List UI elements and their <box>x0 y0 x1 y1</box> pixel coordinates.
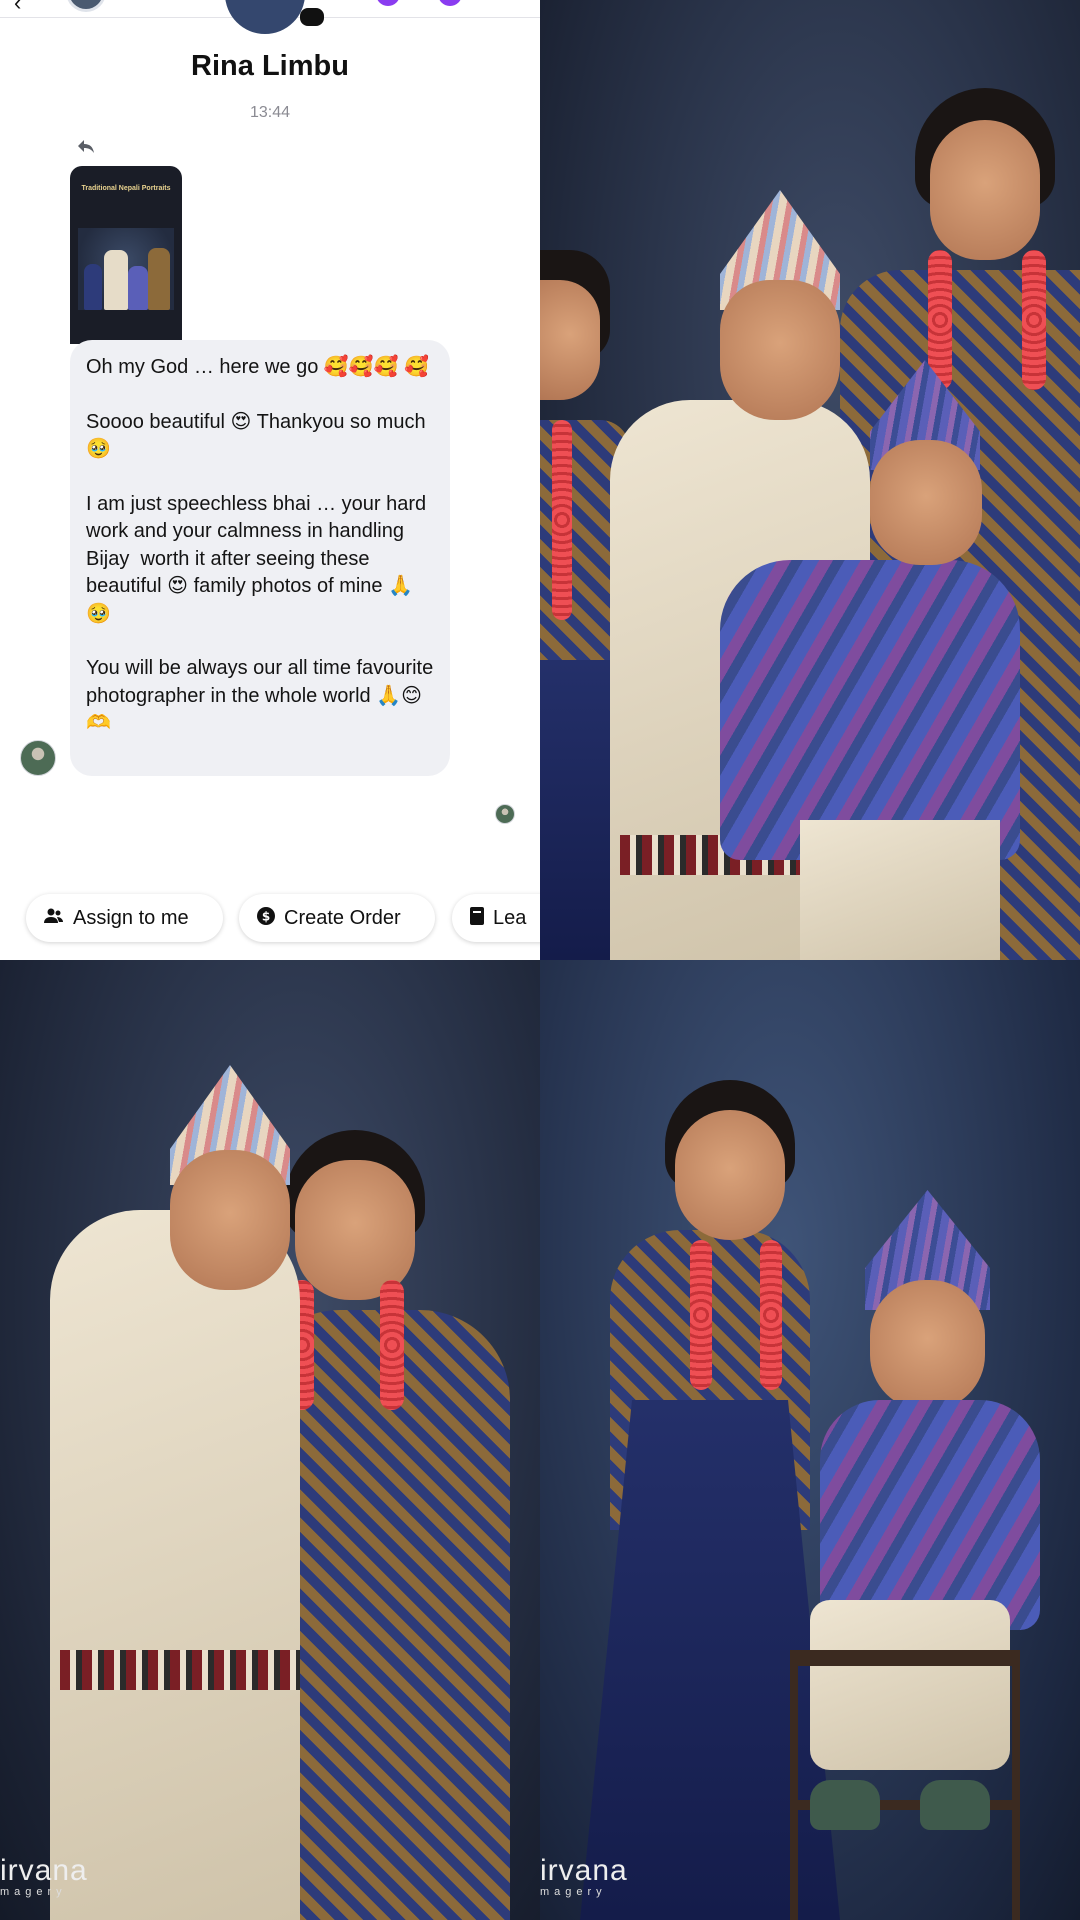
seen-receipt-avatar <box>495 804 515 824</box>
message-paragraph: Oh my God … here we go 🥰🥰🥰 🥰 <box>86 356 430 378</box>
message-paragraph: You will be always our all time favourit… <box>86 657 439 734</box>
svg-text:$: $ <box>262 909 270 923</box>
photographer-watermark-sub: magery <box>540 1886 607 1898</box>
photographer-watermark-sub: magery <box>0 1886 67 1898</box>
message-paragraph: Soooo beautiful 😍 Thankyou so much 🥹 <box>86 410 432 461</box>
couple-portrait-photo: irvana magery <box>0 960 540 1920</box>
assign-to-me-button[interactable]: Assign to me <box>26 894 223 942</box>
siblings-portrait-photo: irvana magery <box>540 960 1080 1920</box>
header-action-icon[interactable] <box>376 0 400 6</box>
contact-name: Rina Limbu <box>191 50 349 82</box>
back-arrow-icon[interactable]: ‹ <box>14 0 21 16</box>
photographer-watermark: irvana <box>0 1854 88 1887</box>
create-order-button[interactable]: $ Create Order <box>239 894 435 942</box>
message-paragraph: I am just speechless bhai … your hard wo… <box>86 492 432 625</box>
assign-to-me-label: Assign to me <box>73 906 189 929</box>
message-timestamp: 13:44 <box>249 104 291 121</box>
sender-avatar[interactable] <box>20 740 56 776</box>
platform-badge-icon <box>300 8 324 26</box>
photographer-watermark: irvana <box>540 1854 628 1887</box>
family-portrait-photo <box>540 0 1080 960</box>
story-title: Traditional Nepali Portraits <box>81 185 171 192</box>
reply-arrow-icon <box>78 140 94 158</box>
header-action-icon[interactable] <box>438 0 462 6</box>
assign-user-icon <box>44 908 64 929</box>
message-bubble[interactable]: Oh my God … here we go 🥰🥰🥰 🥰 Soooo beaut… <box>70 340 450 776</box>
dollar-icon: $ <box>257 906 275 930</box>
lead-button[interactable]: Lea <box>452 894 540 942</box>
lead-icon <box>470 906 484 930</box>
shared-story-thumbnail[interactable]: Traditional Nepali Portraits <box>70 166 182 344</box>
lead-label: Lea <box>493 906 527 929</box>
create-order-label: Create Order <box>284 906 401 929</box>
chat-screenshot-panel: ‹ Rina Limbu 13:44 Traditional Nepali Po… <box>0 0 540 960</box>
profile-picture[interactable] <box>225 0 305 34</box>
story-photo <box>78 228 174 310</box>
header-avatar[interactable] <box>66 0 106 12</box>
